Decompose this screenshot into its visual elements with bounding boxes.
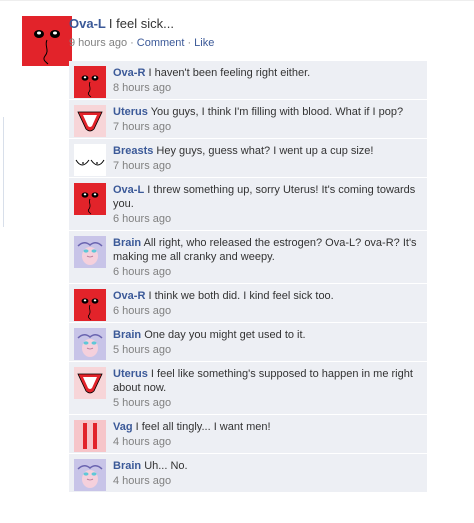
comment-line: Vag I feel all tingly... I want men! xyxy=(113,419,421,434)
left-edge-divider xyxy=(0,117,4,227)
comment-item: Uterus You guys, I think I'm filling wit… xyxy=(69,100,427,139)
comment-list: Ova-R I haven't been feeling right eithe… xyxy=(69,61,427,493)
comment-line: Uterus I feel like something's supposed … xyxy=(113,366,421,395)
comment-line: Brain All right, who released the estrog… xyxy=(113,235,421,264)
ovary-icon[interactable] xyxy=(74,66,106,98)
post-text: I feel sick... xyxy=(108,16,174,31)
comment-author-link[interactable]: Breasts xyxy=(113,145,153,157)
comment-text: You guys, I think I'm filling with blood… xyxy=(150,106,404,118)
comment-timestamp[interactable]: 6 hours ago xyxy=(113,265,421,279)
uterus-icon[interactable] xyxy=(74,105,106,137)
comment-text: I feel like something's supposed to happ… xyxy=(113,368,413,394)
comment-author-link[interactable]: Ova-R xyxy=(113,290,145,302)
comment-author-link[interactable]: Uterus xyxy=(113,368,148,380)
meta-separator: · xyxy=(130,37,134,49)
comment-line: Ova-L I threw something up, sorry Uterus… xyxy=(113,182,421,211)
comment-text: I haven't been feeling right either. xyxy=(148,67,311,79)
post-meta: 9 hours ago · Comment · Like xyxy=(69,37,459,49)
post-timestamp[interactable]: 9 hours ago xyxy=(69,37,127,49)
comment-line: Ova-R I think we both did. I kind feel s… xyxy=(113,288,421,303)
main-post-body: Ova-L I feel sick... 9 hours ago · Comment… xyxy=(69,16,459,49)
like-link[interactable]: Like xyxy=(194,37,214,49)
comment-link[interactable]: Comment xyxy=(137,37,185,49)
meta-separator: · xyxy=(187,37,192,49)
comment-timestamp[interactable]: 6 hours ago xyxy=(113,304,421,318)
comment-author-link[interactable]: Uterus xyxy=(113,106,148,118)
comment-item: Ova-R I haven't been feeling right eithe… xyxy=(69,61,427,100)
post-author-link[interactable]: Ova-L xyxy=(69,16,106,31)
comment-author-link[interactable]: Brain xyxy=(113,329,141,341)
comment-item: Vag I feel all tingly... I want men! 4 ho… xyxy=(69,415,427,454)
brain-icon[interactable] xyxy=(74,459,106,491)
comment-author-link[interactable]: Ova-R xyxy=(113,67,145,79)
breasts-icon[interactable] xyxy=(74,144,106,176)
comment-line: Uterus You guys, I think I'm filling wit… xyxy=(113,104,421,119)
comment-author-link[interactable]: Vag xyxy=(113,421,133,433)
comment-timestamp[interactable]: 4 hours ago xyxy=(113,435,421,449)
comment-text: I feel all tingly... I want men! xyxy=(135,421,271,433)
comment-line: Breasts Hey guys, guess what? I went up … xyxy=(113,143,421,158)
comment-line: Ova-R I haven't been feeling right eithe… xyxy=(113,65,421,80)
ovary-icon[interactable] xyxy=(22,16,72,66)
comment-timestamp[interactable]: 5 hours ago xyxy=(113,343,421,357)
comment-timestamp[interactable]: 7 hours ago xyxy=(113,159,421,173)
comment-timestamp[interactable]: 7 hours ago xyxy=(113,120,421,134)
comment-item: Brain One day you might get used to it. 5… xyxy=(69,323,427,362)
comment-text: One day you might get used to it. xyxy=(144,329,306,341)
comment-line: Brain Uh... No. xyxy=(113,458,421,473)
comment-item: Ova-L I threw something up, sorry Uterus… xyxy=(69,178,427,231)
comment-text: All right, who released the estrogen? Ov… xyxy=(113,237,417,263)
comment-item: Uterus I feel like something's supposed … xyxy=(69,362,427,415)
comment-item: Ova-R I think we both did. I kind feel s… xyxy=(69,284,427,323)
comment-author-link[interactable]: Brain xyxy=(113,237,141,249)
comment-line: Brain One day you might get used to it. xyxy=(113,327,421,342)
ovary-icon[interactable] xyxy=(74,289,106,321)
comment-timestamp[interactable]: 6 hours ago xyxy=(113,212,421,226)
top-rule xyxy=(0,0,474,1)
ovary-icon[interactable] xyxy=(74,183,106,215)
comment-author-link[interactable]: Brain xyxy=(113,460,141,472)
comment-timestamp[interactable]: 5 hours ago xyxy=(113,396,421,410)
brain-icon[interactable] xyxy=(74,328,106,360)
uterus-icon[interactable] xyxy=(74,367,106,399)
comment-timestamp[interactable]: 8 hours ago xyxy=(113,81,421,95)
comment-timestamp[interactable]: 4 hours ago xyxy=(113,474,421,488)
comment-text: Hey guys, guess what? I went up a cup si… xyxy=(156,145,374,157)
comment-item: Brain All right, who released the estrog… xyxy=(69,231,427,284)
brain-icon[interactable] xyxy=(74,236,106,268)
comment-item: Breasts Hey guys, guess what? I went up … xyxy=(69,139,427,178)
comment-author-link[interactable]: Ova-L xyxy=(113,184,144,196)
comment-text: Uh... No. xyxy=(144,460,188,472)
comment-text: I threw something up, sorry Uterus! It's… xyxy=(113,184,416,210)
comment-item: Brain Uh... No. 4 hours ago xyxy=(69,454,427,493)
comment-text: I think we both did. I kind feel sick to… xyxy=(148,290,334,302)
vag-icon[interactable] xyxy=(74,420,106,452)
